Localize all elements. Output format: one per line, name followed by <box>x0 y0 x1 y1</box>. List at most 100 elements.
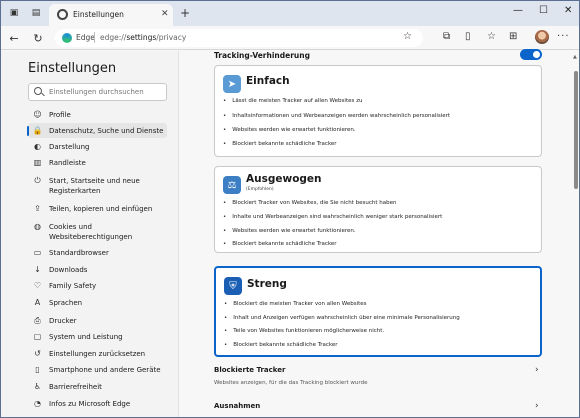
gear-icon <box>57 9 68 20</box>
sidebar-item[interactable]: ⎙ Drucker <box>28 313 167 328</box>
card-bullet: Blockiert Tracker von Websites, die Sie … <box>223 200 396 206</box>
tracking-level-card[interactable]: ⚖ Ausgewogen (Empfohlen) Blockiert Tracker … <box>214 166 542 253</box>
minimize-icon[interactable]: — <box>513 5 523 16</box>
site-label: Edge <box>76 33 95 42</box>
extensions-icon[interactable]: ⧉ <box>443 31 450 42</box>
sidebar-item[interactable]: ▭ Standardbrowser <box>28 245 167 260</box>
search-input[interactable]: Einstellungen durchsuchen <box>28 83 167 101</box>
sidebar-item[interactable]: ↺ Einstellungen zurücksetzen <box>28 346 167 361</box>
scroll-up-icon[interactable]: ▲ <box>573 54 577 60</box>
sidebar-item[interactable]: ⏻ Start, Startseite und neue Registerkart… <box>28 173 167 197</box>
address-toolbar: ← ↻ Edge edge://settings/privacy ☆ ⧉ ▯ ☆… <box>1 26 579 50</box>
card-bullet: Inhalte und Werbeanzeigen sind wahrschei… <box>223 214 442 220</box>
card-bullet: Blockiert bekannte schädliche Tracker <box>223 141 336 147</box>
address-divider <box>94 32 95 43</box>
family-icon: ♡ <box>33 281 42 290</box>
reset-icon: ↺ <box>34 349 41 358</box>
window-close-icon[interactable]: ✕ <box>564 5 572 16</box>
sidebar-item[interactable]: ◔ Infos zu Microsoft Edge <box>28 396 167 411</box>
power-icon: ⏻ <box>34 175 41 185</box>
download-icon: ↓ <box>34 265 41 274</box>
sidebar-item[interactable]: 🔒 Datenschutz, Suche und Dienste <box>27 123 167 138</box>
sidebar-item[interactable]: ▥ Randleiste <box>28 155 167 170</box>
exceptions-title[interactable]: Ausnahmen <box>214 402 260 410</box>
sidebar-item-label: Smartphone und andere Geräte <box>49 366 161 374</box>
sidebar-item-label: Barrierefreiheit <box>49 383 102 391</box>
edge-logo-icon <box>62 33 72 43</box>
blocked-trackers-title[interactable]: Blockierte Tracker <box>214 366 285 374</box>
tracking-level-card[interactable]: ⛨ Streng Blockiert die meisten Tracker von… <box>214 266 542 357</box>
sidebar-item[interactable]: ↓ Downloads <box>28 262 167 277</box>
tracking-level-card[interactable]: ➤ Einfach Lässt die meisten Tracker auf al… <box>214 65 542 157</box>
profile-switch-icon[interactable]: ▣ <box>8 7 20 19</box>
sidebar-item-label: Randleiste <box>49 159 86 167</box>
sidebar-item[interactable]: ♡ Family Safety <box>28 278 167 293</box>
language-icon: A <box>34 298 41 307</box>
tab-strip: ▣ ▤ Einstellungen ✕ + — ☐ ✕ <box>1 1 579 26</box>
search-icon <box>34 87 42 95</box>
sidebar-item[interactable]: A Sprachen <box>28 295 167 310</box>
sidebar-item-label: Profile <box>49 111 71 119</box>
tab-settings[interactable]: Einstellungen ✕ <box>49 4 173 26</box>
paint-icon: ◐ <box>34 142 41 151</box>
card-bullet: Inhalt und Anzeigen verfügen wahrscheinl… <box>224 315 460 321</box>
phone-icon: ▯ <box>35 365 40 374</box>
avatar[interactable] <box>535 30 549 44</box>
card-bullet: Teile von Websites funktionieren möglich… <box>224 328 384 334</box>
scrollbar-thumb[interactable] <box>574 71 578 189</box>
card-bullet: Blockiert bekannte schädliche Tracker <box>223 241 336 247</box>
browser-window: ▣ ▤ Einstellungen ✕ + — ☐ ✕ ← ↻ Edge edg… <box>0 0 580 418</box>
sidebar-item-label: Einstellungen zurücksetzen <box>49 350 146 358</box>
sidebar-item[interactable]: ▢ System und Leistung <box>28 329 167 344</box>
card-bullet: Websites werden wie erwartet funktionier… <box>223 127 355 133</box>
browser-icon: ▭ <box>33 248 42 257</box>
refresh-icon[interactable]: ↻ <box>31 31 45 45</box>
accessibility-icon: ♿ <box>33 382 42 391</box>
tracking-toggle[interactable] <box>520 49 542 60</box>
menu-dots-icon[interactable]: ··· <box>557 31 570 42</box>
sidebar-item[interactable]: ◐ Darstellung <box>28 139 167 154</box>
sidebar-item[interactable]: ⇪ Teilen, kopieren und einfügen <box>28 201 167 216</box>
collections-icon[interactable]: ⊞ <box>509 31 517 42</box>
sidebar-item-label: Drucker <box>49 317 77 325</box>
sidebar-icon: ▥ <box>33 158 42 167</box>
sidebar-item-label: Sprachen <box>49 299 83 307</box>
card-bullet: Lässt die meisten Tracker auf allen Webs… <box>223 98 362 104</box>
split-screen-icon[interactable]: ▯ <box>465 31 471 42</box>
tab-actions-icon[interactable]: ▤ <box>30 7 42 19</box>
balance-icon: ⚖ <box>223 176 241 194</box>
sidebar-item-label: Teilen, kopieren und einfügen <box>49 205 153 213</box>
card-title: Ausgewogen <box>246 173 322 185</box>
sidebar-item[interactable]: ☺ Profile <box>28 107 167 122</box>
card-bullet: Blockiert bekannte schädliche Tracker <box>224 342 337 348</box>
card-title: Streng <box>247 278 287 290</box>
card-title: Einfach <box>246 75 290 87</box>
shield-icon: ⛨ <box>224 277 242 295</box>
url-text[interactable]: edge://settings/privacy <box>100 33 186 42</box>
sidebar-item-label: Start, Startseite und neue Registerkarte… <box>49 177 140 195</box>
maximize-icon[interactable]: ☐ <box>539 5 548 16</box>
blocked-trackers-subtitle: Websites anzeigen, für die das Tracking … <box>214 380 368 386</box>
new-tab-button[interactable]: + <box>180 6 190 20</box>
close-tab-icon[interactable]: ✕ <box>161 9 169 19</box>
favorite-star-icon[interactable]: ☆ <box>403 31 412 42</box>
sidebar-item[interactable]: ♿ Barrierefreiheit <box>28 379 167 394</box>
back-arrow-icon[interactable]: ← <box>7 31 21 45</box>
chevron-right-icon[interactable]: › <box>535 365 539 375</box>
address-bar[interactable]: Edge edge://settings/privacy ☆ <box>55 29 423 47</box>
sidebar-item-label: System und Leistung <box>49 333 123 341</box>
sidebar-item-label: Darstellung <box>49 143 90 151</box>
sidebar-item[interactable]: ▯ Smartphone und andere Geräte <box>28 362 167 377</box>
person-icon: ☺ <box>33 110 42 119</box>
sidebar-item-label: Infos zu Microsoft Edge <box>49 400 131 408</box>
tracking-title: Tracking-Verhinderung <box>214 51 310 60</box>
sidebar-item-label: Downloads <box>49 266 88 274</box>
sidebar-title: Einstellungen <box>28 61 117 76</box>
tab-title: Einstellungen <box>73 10 124 19</box>
favorites-icon[interactable]: ☆ <box>487 31 496 42</box>
chevron-right-icon[interactable]: › <box>535 401 539 411</box>
sidebar-item[interactable]: ◍ Cookies und Websiteberechtigungen <box>28 219 167 243</box>
card-subtitle: (Empfohlen) <box>246 187 274 192</box>
edge-icon: ◔ <box>34 399 41 408</box>
card-bullet: Websites werden wie erwartet funktionier… <box>223 228 355 234</box>
